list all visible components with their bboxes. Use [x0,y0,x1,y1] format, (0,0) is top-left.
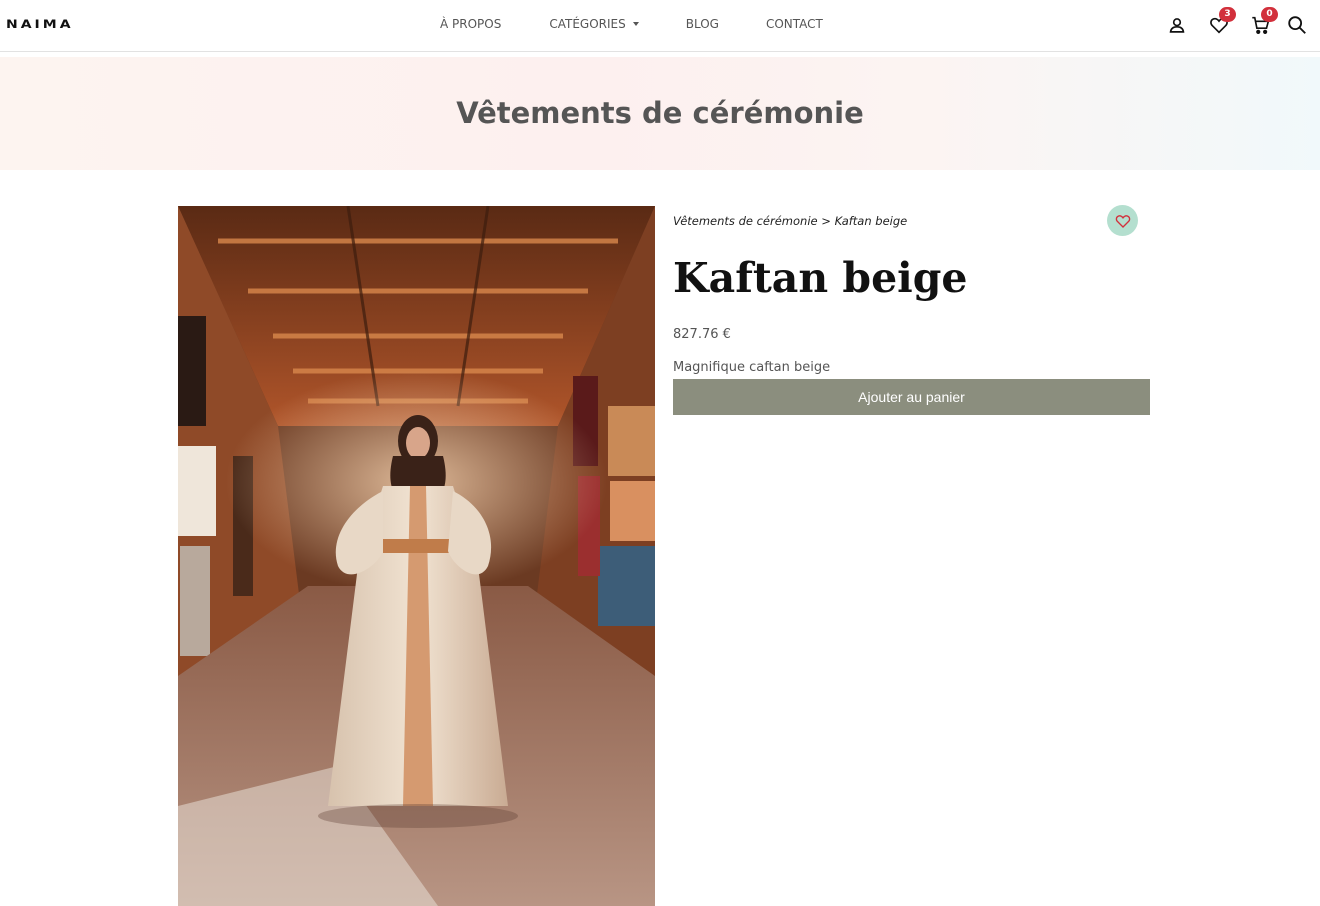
nav-item-contact[interactable]: CONTACT [766,17,823,31]
search-icon [1288,16,1306,34]
category-banner: Vêtements de cérémonie [0,57,1320,170]
heart-icon [1115,214,1130,228]
breadcrumb-current: Kaftan beige [834,214,908,228]
user-icon [1169,18,1185,33]
add-to-wishlist-button[interactable] [1107,205,1138,236]
breadcrumb-separator: > [821,214,831,228]
product-price: 827.76 € [673,327,731,342]
nav-item-a-propos[interactable]: À PROPOS [440,17,501,31]
product-image[interactable] [178,206,655,906]
product-title: Kaftan beige [673,254,968,302]
nav-item-label: CATÉGORIES [549,17,626,31]
nav-item-categories[interactable]: CATÉGORIES [549,17,639,31]
page-title: Vêtements de cérémonie [456,96,864,130]
wishlist-count-badge: 3 [1219,7,1236,22]
site-logo[interactable]: NAIMA [6,19,74,32]
site-header: NAIMA À PROPOS CATÉGORIES BLOG CONTACT 3 [0,0,1320,52]
cart-button[interactable]: 0 [1250,7,1278,38]
account-button[interactable] [1166,14,1190,38]
wishlist-button[interactable]: 3 [1208,7,1236,38]
search-button[interactable] [1286,14,1310,38]
breadcrumb-category-link[interactable]: Vêtements de cérémonie [673,214,818,228]
nav-item-label: À PROPOS [440,17,502,31]
nav-item-label: CONTACT [765,17,823,31]
chevron-down-icon [632,22,639,26]
main-nav: À PROPOS CATÉGORIES BLOG CONTACT [440,17,823,31]
nav-item-blog[interactable]: BLOG [686,17,719,31]
nav-item-label: BLOG [685,17,719,31]
cart-count-badge: 0 [1261,7,1278,22]
add-to-cart-button[interactable]: Ajouter au panier [673,379,1150,415]
kaftan-photo [178,206,655,906]
breadcrumb: Vêtements de cérémonie > Kaftan beige [673,214,907,228]
product-description: Magnifique caftan beige [673,360,831,375]
